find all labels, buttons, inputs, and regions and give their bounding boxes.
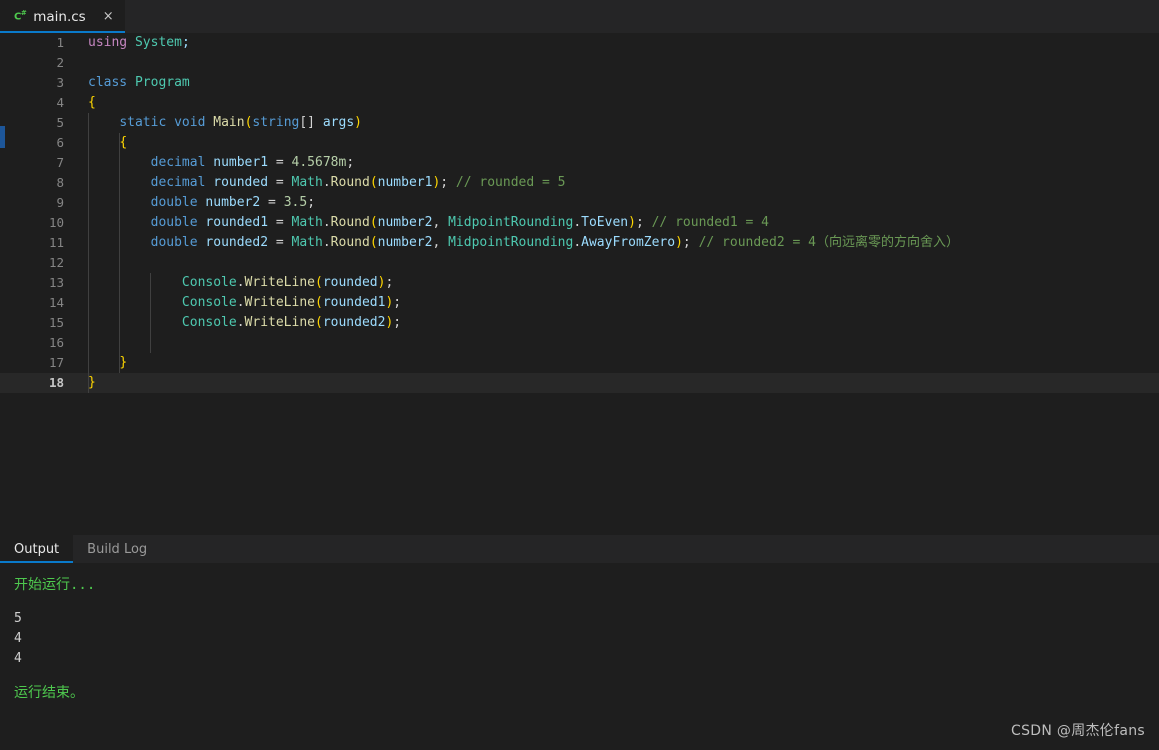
output-spacer (14, 669, 1159, 683)
line-number: 14 (48, 295, 64, 310)
code-line[interactable]: 5 static void Main(string[] args) (0, 113, 1159, 133)
code-line[interactable]: 16 (0, 333, 1159, 353)
tab-build-log[interactable]: Build Log (73, 535, 161, 563)
line-number: 18 (48, 375, 64, 390)
code-editor[interactable]: 1 using System; 2 3 class Program 4{5 static … (0, 33, 1159, 535)
code-line[interactable]: 14 Console.WriteLine(rounded1); (0, 293, 1159, 313)
code-text: using System; (88, 35, 190, 50)
output-line: 4 (14, 651, 22, 666)
watermark: CSDN @周杰伦fans (1011, 723, 1145, 739)
line-number: 5 (56, 115, 64, 130)
code-line[interactable]: 13 Console.WriteLine(rounded); (0, 273, 1159, 293)
code-line[interactable]: 7 decimal number1 = 4.5678m; (0, 153, 1159, 173)
code-line[interactable]: 10 double rounded1 = Math.Round(number2,… (0, 213, 1159, 233)
code-lines[interactable]: 1 using System; 2 3 class Program 4{5 static … (0, 33, 1159, 393)
code-text: class Program (88, 75, 190, 90)
editor-tab-bar: C# main.cs × (0, 0, 1159, 33)
line-number: 16 (48, 335, 64, 350)
line-number: 3 (56, 75, 64, 90)
csharp-file-icon: C# (14, 9, 27, 23)
editor-tab-main-cs[interactable]: C# main.cs × (0, 0, 125, 33)
line-number: 2 (56, 55, 64, 70)
output-spacer (14, 595, 1159, 609)
code-line[interactable]: 17 } (0, 353, 1159, 373)
bottom-panel: Output Build Log 开始运行... 5 4 4 运行结束。 (0, 535, 1159, 750)
code-line[interactable]: 6 { (0, 133, 1159, 153)
output-console[interactable]: 开始运行... 5 4 4 运行结束。 (0, 563, 1159, 750)
code-text: double rounded2 = Math.Round(number2, Mi… (150, 235, 959, 250)
code-line[interactable]: 2 (0, 53, 1159, 73)
editor-tab-label: main.cs (33, 8, 86, 25)
line-number: 12 (48, 255, 64, 270)
line-number: 8 (56, 175, 64, 190)
line-number: 11 (48, 235, 64, 250)
tab-output-label: Output (14, 541, 60, 557)
tab-output[interactable]: Output (0, 535, 74, 563)
code-text: double number2 = 3.5; (150, 195, 316, 210)
code-line[interactable]: 9 double number2 = 3.5; (0, 193, 1159, 213)
code-text: { (88, 95, 96, 110)
line-number: 7 (56, 155, 64, 170)
tab-build-log-label: Build Log (87, 541, 148, 557)
panel-tab-bar: Output Build Log (0, 535, 1159, 563)
code-line[interactable]: 4{ (0, 93, 1159, 113)
code-text: } (119, 355, 128, 370)
line-number: 10 (48, 215, 64, 230)
output-line: 运行结束。 (14, 685, 84, 701)
line-number: 6 (56, 135, 64, 150)
output-line: 开始运行... (14, 577, 96, 593)
code-text: Console.WriteLine(rounded1); (181, 295, 402, 310)
code-text: { (119, 135, 128, 150)
line-number: 17 (48, 355, 64, 370)
output-line: 5 (14, 611, 22, 626)
code-line[interactable]: 11 double rounded2 = Math.Round(number2,… (0, 233, 1159, 253)
code-line[interactable]: 8 decimal rounded = Math.Round(number1);… (0, 173, 1159, 193)
line-number: 15 (48, 315, 64, 330)
code-line[interactable]: 18} (0, 373, 1159, 393)
line-number: 1 (56, 35, 64, 50)
code-text: static void Main(string[] args) (119, 115, 362, 130)
code-line[interactable]: 3 class Program (0, 73, 1159, 93)
code-text: Console.WriteLine(rounded); (181, 275, 394, 290)
line-number: 9 (56, 195, 64, 210)
code-text: double rounded1 = Math.Round(number2, Mi… (150, 215, 770, 230)
code-text: Console.WriteLine(rounded2); (181, 315, 402, 330)
code-line[interactable]: 15 Console.WriteLine(rounded2); (0, 313, 1159, 333)
output-line: 4 (14, 631, 22, 646)
code-line[interactable]: 12 (0, 253, 1159, 273)
close-icon[interactable]: × (103, 10, 114, 23)
code-line[interactable]: 1 using System; (0, 33, 1159, 53)
code-text: } (88, 375, 96, 390)
code-text: decimal rounded = Math.Round(number1); /… (150, 175, 566, 190)
code-text: decimal number1 = 4.5678m; (150, 155, 355, 170)
line-number: 4 (56, 95, 64, 110)
line-number: 13 (48, 275, 64, 290)
